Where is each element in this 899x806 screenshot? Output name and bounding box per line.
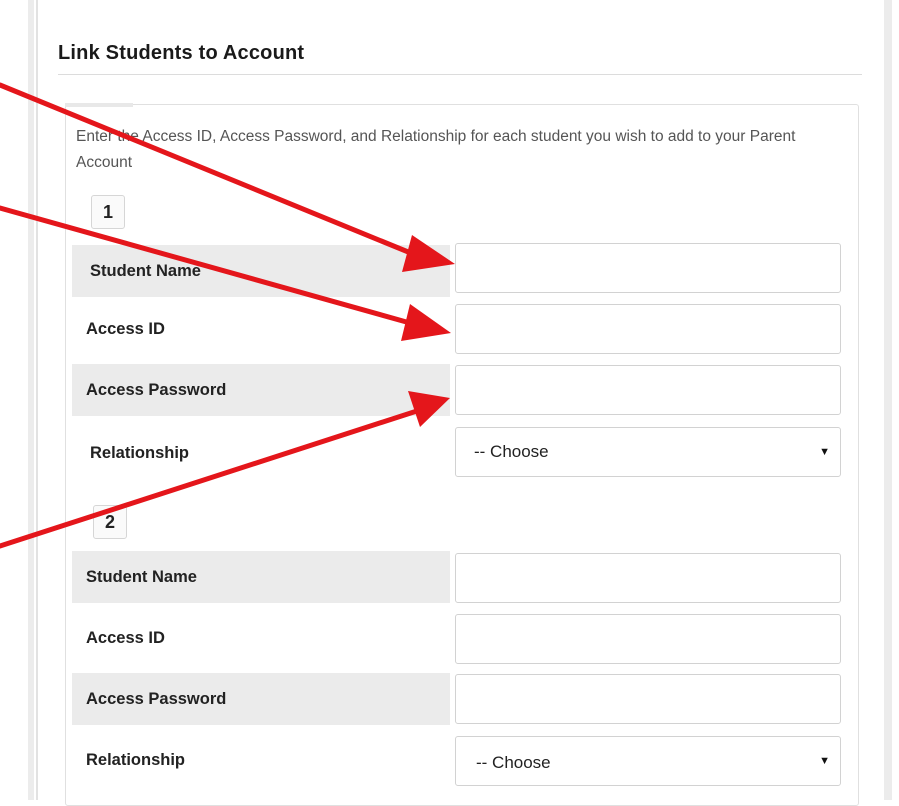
annotation-arrows <box>0 82 455 549</box>
red-arrow-head-icon <box>402 235 455 272</box>
red-arrow-icon <box>0 407 423 549</box>
red-arrow-head-icon <box>408 391 450 427</box>
red-arrow-icon <box>0 82 421 259</box>
red-arrow-head-icon <box>401 304 451 341</box>
